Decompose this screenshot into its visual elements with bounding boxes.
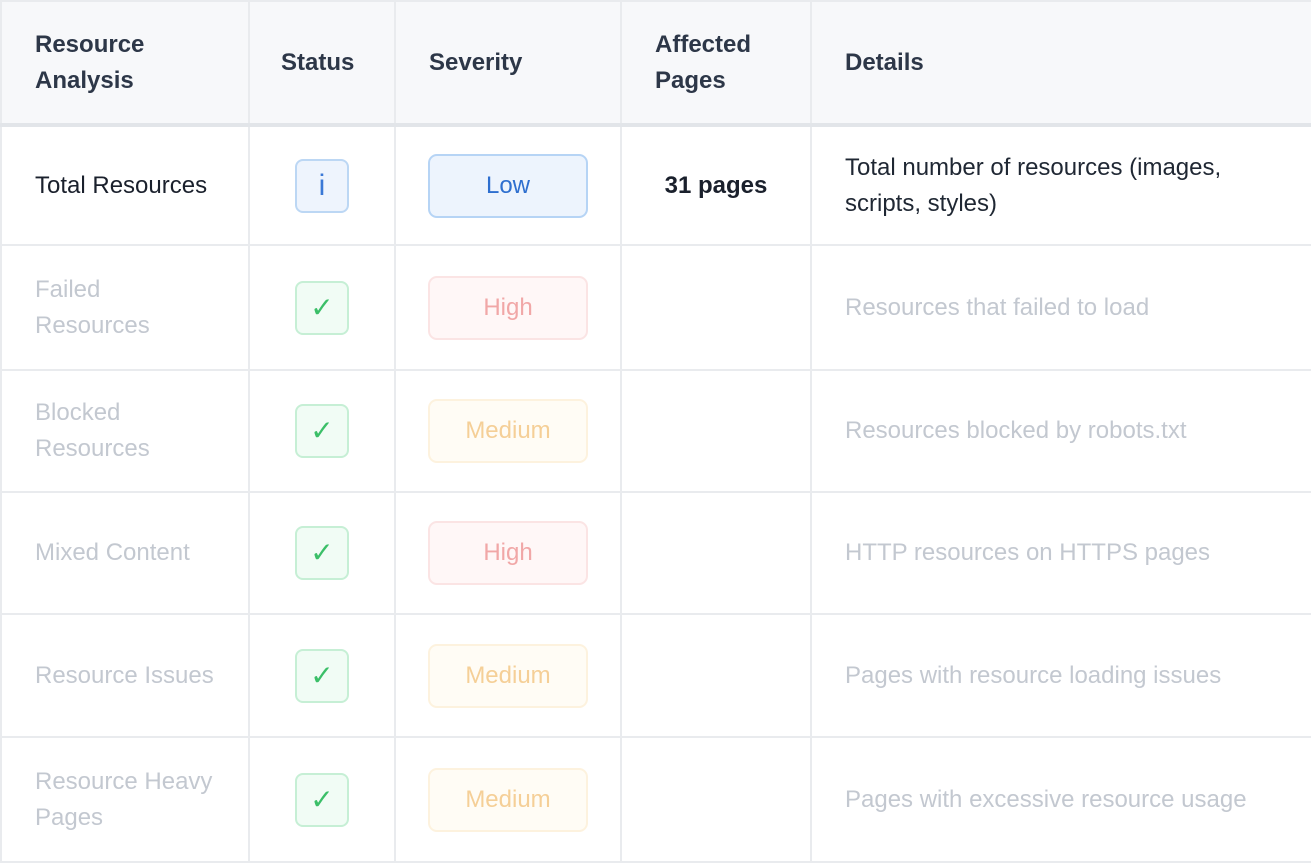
severity-cell: High xyxy=(394,244,622,371)
status-cell: ✓ xyxy=(248,369,396,493)
severity-badge: High xyxy=(428,521,588,585)
severity-badge: High xyxy=(428,275,588,340)
affected-pages-value xyxy=(620,369,812,493)
table-row-failed-resources[interactable]: Failed Resources ✓ High Resources that f… xyxy=(0,244,1311,371)
details-text: Pages with resource loading issues xyxy=(845,661,1222,689)
severity-badge: Medium xyxy=(428,767,588,832)
status-cell: ✓ xyxy=(248,613,396,738)
details-text: Total number of resources (images, scrip… xyxy=(845,153,1222,217)
metric-name: Mixed Content xyxy=(35,539,190,566)
table-row-blocked-resources[interactable]: Blocked Resources ✓ Medium Resources blo… xyxy=(0,369,1311,493)
metric-name: Resource Heavy Pages xyxy=(35,767,213,831)
check-icon: ✓ xyxy=(295,280,349,335)
status-cell: ✓ xyxy=(248,491,396,615)
details-cell: HTTP resources on HTTPS pages xyxy=(810,491,1311,615)
details-cell: Resources blocked by robots.txt xyxy=(810,369,1311,493)
check-icon: ✓ xyxy=(295,404,349,458)
table-row-resource-heavy-pages[interactable]: Resource Heavy Pages ✓ Medium Pages with… xyxy=(0,736,1311,863)
header-details[interactable]: Details xyxy=(810,0,1311,127)
status-cell: i xyxy=(248,124,396,246)
details-cell: Total number of resources (images, scrip… xyxy=(810,124,1311,246)
header-affected-pages[interactable]: Affected Pages xyxy=(620,0,812,127)
severity-badge: Low xyxy=(428,153,588,218)
metric-cell: Total Resources xyxy=(0,124,250,246)
resource-analysis-table: Resource Analysis Status Severity Affect… xyxy=(0,0,1311,863)
severity-cell: Medium xyxy=(394,369,622,493)
metric-cell: Mixed Content xyxy=(0,491,250,615)
metric-cell: Resource Issues xyxy=(0,613,250,738)
header-resource-analysis[interactable]: Resource Analysis xyxy=(0,0,250,127)
metric-cell: Failed Resources xyxy=(0,244,250,371)
metric-cell: Blocked Resources xyxy=(0,369,250,493)
details-text: Pages with excessive resource usage xyxy=(845,785,1247,813)
table-header-row: Resource Analysis Status Severity Affect… xyxy=(0,0,1311,127)
details-cell: Pages with excessive resource usage xyxy=(810,736,1311,863)
metric-name: Blocked Resources xyxy=(35,399,150,462)
severity-badge: Medium xyxy=(428,399,588,463)
status-cell: ✓ xyxy=(248,736,396,863)
severity-cell: Low xyxy=(394,124,622,246)
details-text: Resources that failed to load xyxy=(845,293,1150,321)
header-severity[interactable]: Severity xyxy=(394,0,622,127)
check-icon: ✓ xyxy=(295,648,349,703)
check-icon: ✓ xyxy=(295,526,349,580)
affected-pages-value xyxy=(620,736,812,863)
info-icon: i xyxy=(295,158,349,213)
affected-pages-value xyxy=(620,491,812,615)
severity-cell: Medium xyxy=(394,613,622,738)
table-row-total-resources[interactable]: Total Resources i Low 31 pages Total num… xyxy=(0,124,1311,246)
affected-pages-value[interactable]: 31 pages xyxy=(620,124,812,246)
details-text: Resources blocked by robots.txt xyxy=(845,417,1187,444)
severity-cell: High xyxy=(394,491,622,615)
table-row-resource-issues[interactable]: Resource Issues ✓ Medium Pages with reso… xyxy=(0,613,1311,738)
severity-cell: Medium xyxy=(394,736,622,863)
details-text: HTTP resources on HTTPS pages xyxy=(845,539,1211,566)
header-status[interactable]: Status xyxy=(248,0,396,127)
table-row-mixed-content[interactable]: Mixed Content ✓ High HTTP resources on H… xyxy=(0,491,1311,615)
details-cell: Resources that failed to load xyxy=(810,244,1311,371)
status-cell: ✓ xyxy=(248,244,396,371)
affected-pages-value xyxy=(620,613,812,738)
metric-cell: Resource Heavy Pages xyxy=(0,736,250,863)
metric-name: Resource Issues xyxy=(35,661,214,689)
metric-name: Failed Resources xyxy=(35,275,150,339)
severity-badge: Medium xyxy=(428,643,588,708)
details-cell: Pages with resource loading issues xyxy=(810,613,1311,738)
metric-name: Total Resources xyxy=(35,171,208,199)
check-icon: ✓ xyxy=(295,772,349,827)
affected-pages-value xyxy=(620,244,812,371)
